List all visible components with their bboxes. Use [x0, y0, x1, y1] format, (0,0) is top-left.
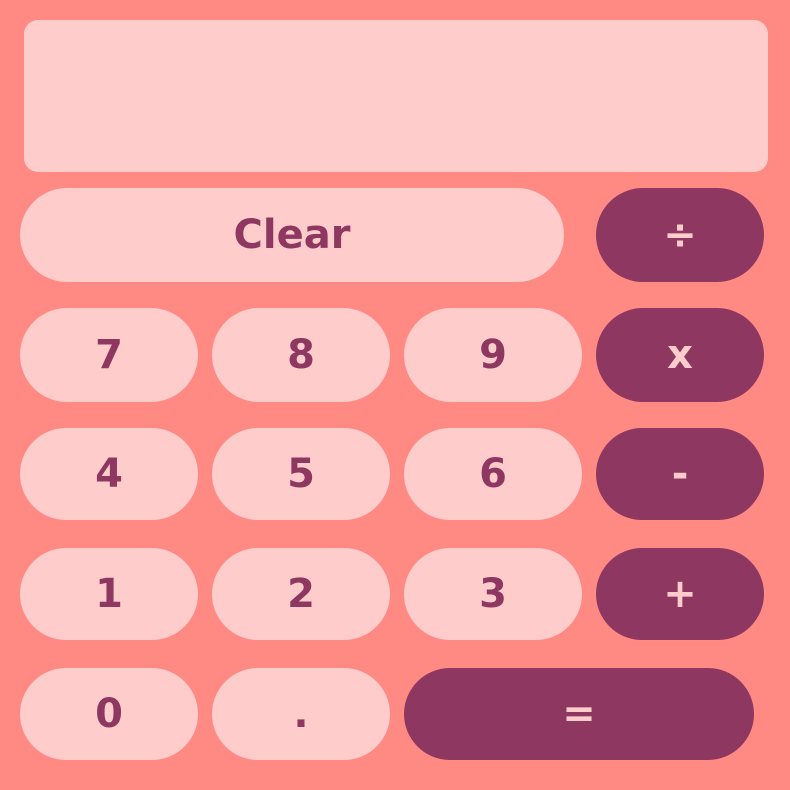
- calculator-display: [24, 20, 768, 172]
- digit-2-button[interactable]: 2: [212, 548, 390, 640]
- divide-button[interactable]: ÷: [596, 188, 764, 282]
- multiply-button[interactable]: x: [596, 308, 764, 402]
- subtract-button[interactable]: -: [596, 428, 764, 520]
- digit-1-button[interactable]: 1: [20, 548, 198, 640]
- digit-6-button[interactable]: 6: [404, 428, 582, 520]
- equals-button[interactable]: =: [404, 668, 754, 760]
- digit-4-button[interactable]: 4: [20, 428, 198, 520]
- clear-button[interactable]: Clear: [20, 188, 564, 282]
- digit-3-button[interactable]: 3: [404, 548, 582, 640]
- decimal-button[interactable]: .: [212, 668, 390, 760]
- digit-8-button[interactable]: 8: [212, 308, 390, 402]
- digit-5-button[interactable]: 5: [212, 428, 390, 520]
- digit-9-button[interactable]: 9: [404, 308, 582, 402]
- add-button[interactable]: +: [596, 548, 764, 640]
- digit-0-button[interactable]: 0: [20, 668, 198, 760]
- digit-7-button[interactable]: 7: [20, 308, 198, 402]
